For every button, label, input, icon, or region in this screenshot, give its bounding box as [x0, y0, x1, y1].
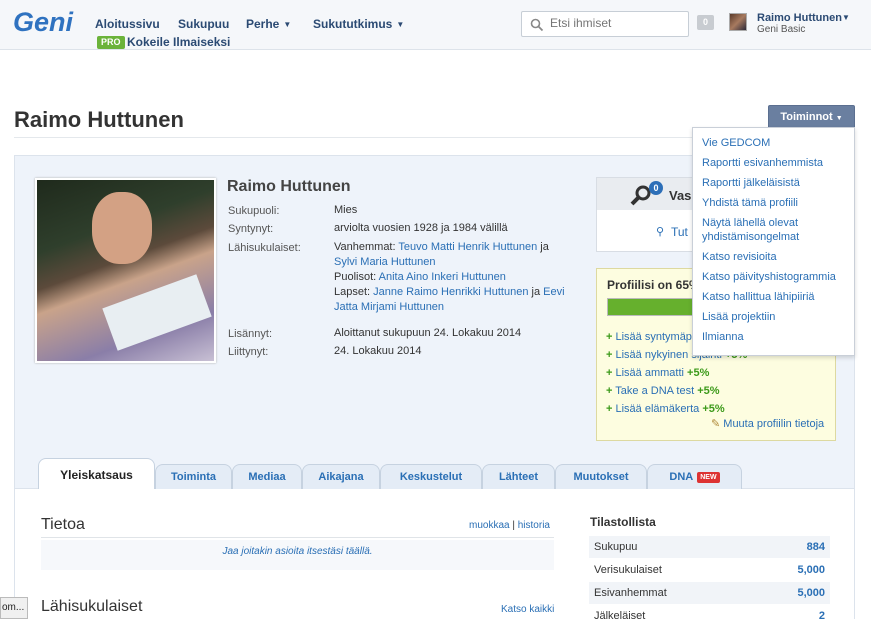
stats-row: Jälkeläiset 2 [589, 604, 830, 627]
try-pro-link[interactable]: Kokeile Ilmaiseksi [127, 35, 230, 49]
nav-home[interactable]: Aloitussivu [95, 17, 160, 31]
joined-value: 24. Lokakuu 2014 [334, 345, 422, 357]
added-value: Aloittanut sukupuun 24. Lokakuu 2014 [334, 327, 522, 339]
tab-sources[interactable]: Lähteet [482, 464, 555, 489]
tab-media[interactable]: Mediaa [232, 464, 302, 489]
search-box[interactable] [521, 11, 689, 37]
stats-row: Esivanhemmat 5,000 [589, 581, 830, 604]
see-all-relatives-link[interactable]: Katso kaikki [501, 604, 554, 615]
gender-value: Mies [334, 204, 358, 216]
edit-icon: ✎ [711, 418, 721, 430]
stats-value[interactable]: 5,000 [797, 559, 825, 582]
child-link[interactable]: Janne Raimo Henrikki Huttunen [373, 286, 528, 298]
edge-chip[interactable]: om... [0, 597, 28, 619]
about-links: muokkaa | historia [469, 520, 550, 531]
edit-profile-link[interactable]: ✎ Muuta profiilin tietoja [711, 417, 824, 430]
completion-item[interactable]: + Lisää syntymäpä [606, 331, 698, 343]
stats-value[interactable]: 5,000 [797, 582, 825, 605]
menu-item-descendant-report[interactable]: Raportti jälkeläisistä [693, 173, 854, 193]
logo-text: Geni [13, 7, 74, 37]
menu-item-revisions[interactable]: Katso revisioita [693, 247, 854, 267]
edit-about-link[interactable]: muokkaa [469, 520, 510, 531]
stats-table: Sukupuu 884 Verisukulaiset 5,000 Esivanhem… [589, 535, 830, 628]
matches-label: Vas [669, 188, 692, 203]
chevron-down-icon: ▼ [835, 115, 843, 122]
photo-object [102, 274, 212, 351]
menu-item-nearby-merge-issues[interactable]: Näytä lähellä olevat yhdistämisongelmat [693, 213, 854, 247]
menu-item-add-to-project[interactable]: Lisää projektiin [693, 307, 854, 327]
nav-tree[interactable]: Sukupuu [178, 17, 229, 31]
completion-item[interactable]: + Take a DNA test +5% [606, 385, 720, 397]
tab-changes[interactable]: Muutokset [555, 464, 647, 489]
top-header: Geni Aloitussivu Sukupuu Perhe ▼ Sukututk… [0, 0, 871, 50]
nav-research[interactable]: Sukututkimus ▼ [313, 17, 404, 31]
menu-item-export-gedcom[interactable]: Vie GEDCOM [693, 133, 854, 153]
about-title: Tietoa [41, 516, 85, 533]
divider [41, 537, 554, 538]
completion-title: Profiilisi on 65% [607, 278, 700, 292]
completion-item[interactable]: + Lisää ammatti +5% [606, 367, 709, 379]
parent-link[interactable]: Sylvi Maria Huttunen [334, 256, 436, 268]
tab-dna[interactable]: DNA NEW [647, 464, 742, 489]
relatives-value: Vanhemmat: Teuvo Matti Henrik Huttunen j… [334, 241, 565, 313]
geni-logo[interactable]: Geni [13, 7, 78, 37]
stats-row: Sukupuu 884 [589, 535, 830, 558]
born-label: Syntynyt: [228, 223, 274, 235]
menu-item-managed-family[interactable]: Katso hallittua lähipiiriä [693, 287, 854, 307]
chevron-down-icon[interactable]: ▼ [842, 13, 850, 22]
completion-item[interactable]: + Lisää elämäkerta +5% [606, 403, 725, 415]
added-label: Lisännyt: [228, 328, 273, 340]
relatives-section-title: Lähisukulaiset [41, 598, 143, 615]
tab-activity[interactable]: Toiminta [155, 464, 232, 489]
user-name[interactable]: Raimo Huttunen [757, 12, 842, 24]
tab-overview[interactable]: Yleiskatsaus [38, 458, 155, 489]
profile-name: Raimo Huttunen [227, 178, 351, 195]
menu-item-ancestor-report[interactable]: Raportti esivanhemmista [693, 153, 854, 173]
photo-face [92, 192, 152, 264]
parent-link[interactable]: Teuvo Matti Henrik Huttunen [398, 241, 537, 253]
gender-label: Sukupuoli: [228, 205, 280, 217]
tab-discussions[interactable]: Keskustelut [380, 464, 482, 489]
search-icon: ⚲ [656, 226, 665, 238]
born-value: arviolta vuosien 1928 ja 1984 välillä [334, 222, 508, 234]
page-title: Raimo Huttunen [14, 107, 184, 132]
chevron-down-icon: ▼ [283, 20, 292, 29]
pro-badge: PRO [97, 36, 125, 49]
child-link[interactable]: Jatta Mirjami Huttunen [334, 301, 444, 313]
joined-label: Liittynyt: [228, 346, 269, 358]
stats-title: Tilastollista [590, 515, 656, 529]
notification-count[interactable]: 0 [697, 15, 714, 30]
relatives-label: Lähisukulaiset: [228, 242, 301, 254]
stats-row: Verisukulaiset 5,000 [589, 558, 830, 581]
avatar[interactable] [729, 13, 747, 31]
search-input[interactable] [550, 16, 685, 30]
profile-photo[interactable] [35, 178, 216, 363]
spouse-link[interactable]: Anita Aino Inkeri Huttunen [379, 271, 506, 283]
matches-count-badge: 0 [649, 181, 663, 195]
actions-menu: Vie GEDCOM Raportti esivanhemmista Rapor… [692, 127, 855, 356]
chevron-down-icon: ▼ [396, 20, 405, 29]
history-link[interactable]: historia [518, 520, 550, 531]
stats-value[interactable]: 884 [807, 536, 825, 559]
nav-family[interactable]: Perhe ▼ [246, 17, 291, 31]
child-link[interactable]: Eevi [543, 286, 564, 298]
tab-timeline[interactable]: Aikajana [302, 464, 380, 489]
actions-button[interactable]: Toiminnot ▼ [768, 105, 855, 128]
matches-link[interactable]: ⚲ Tut [656, 225, 688, 239]
stats-value[interactable]: 2 [819, 605, 825, 628]
menu-item-merge-profile[interactable]: Yhdistä tämä profiili [693, 193, 854, 213]
about-empty-prompt[interactable]: Jaa joitakin asioita itsestäsi täällä. [41, 540, 554, 570]
menu-item-update-histogram[interactable]: Katso päivityshistogrammia [693, 267, 854, 287]
menu-item-report[interactable]: Ilmianna [693, 327, 854, 347]
search-icon [530, 18, 544, 32]
user-plan: Geni Basic [757, 24, 806, 35]
new-badge: NEW [697, 472, 720, 483]
